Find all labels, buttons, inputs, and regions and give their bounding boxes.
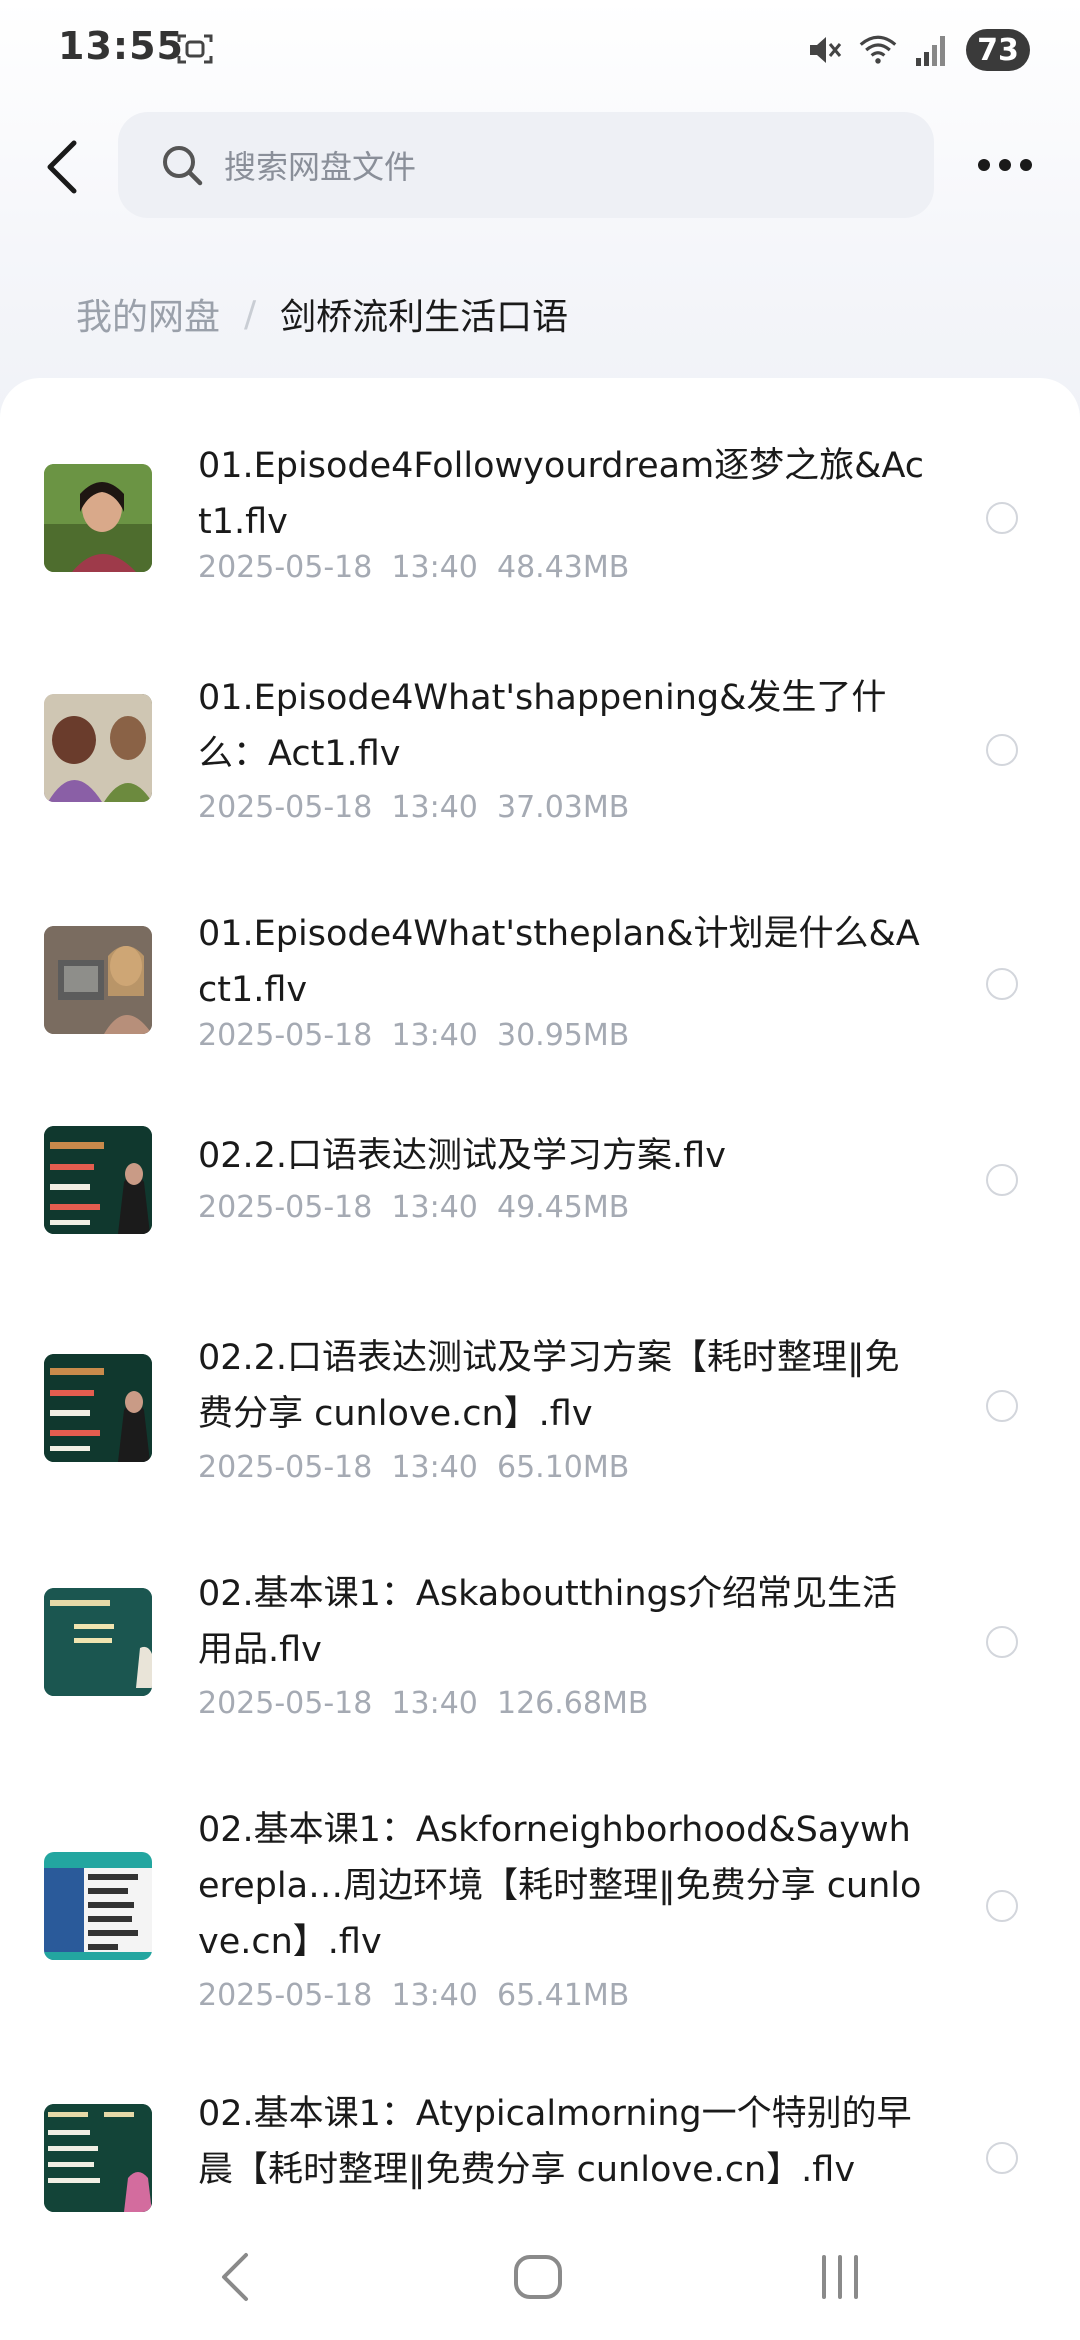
file-list-item[interactable]: 02.2.口语表达测试及学习方案.flv 2025-05-18 13:40 49… — [0, 1126, 1080, 1282]
file-name: 02.2.口语表达测试及学习方案【耗时整理‖免费分享 cunlove.cn】.f… — [198, 1338, 900, 1434]
search-input[interactable]: 搜索网盘文件 — [118, 112, 934, 218]
file-date: 2025-05-18 — [198, 1686, 373, 1721]
file-date: 2025-05-18 — [198, 1190, 373, 1225]
search-placeholder: 搜索网盘文件 — [224, 148, 417, 186]
file-size: 126.68MB — [496, 1686, 649, 1721]
file-time: 13:40 — [391, 1686, 478, 1721]
nav-recents-icon — [822, 2255, 858, 2299]
video-thumbnail — [44, 1126, 152, 1234]
file-list: 01.Episode4Followyourdream逐梦之旅&Act1.flv … — [0, 378, 1080, 2212]
video-frame-image — [44, 926, 152, 1034]
more-icon-dot — [999, 159, 1011, 171]
file-list-item[interactable]: 02.基本课1：Atypicalmorning一个特别的早晨【耗时整理‖免费分享… — [0, 2086, 1080, 2212]
video-thumbnail — [44, 464, 152, 572]
file-size: 30.95MB — [496, 1018, 630, 1053]
nav-home-icon — [514, 2255, 562, 2299]
file-list-item[interactable]: 02.2.口语表达测试及学习方案【耗时整理‖免费分享 cunlove.cn】.f… — [0, 1330, 1080, 1510]
select-radio[interactable] — [986, 1626, 1018, 1658]
file-time: 13:40 — [391, 1978, 478, 2013]
breadcrumb: 我的网盘 / 剑桥流利生活口语 — [76, 288, 568, 340]
back-arrow-icon — [47, 140, 77, 194]
more-icon — [978, 159, 990, 171]
battery-indicator: 73 — [966, 29, 1030, 71]
select-radio[interactable] — [986, 1164, 1018, 1196]
select-radio[interactable] — [986, 734, 1018, 766]
file-name: 01.Episode4Followyourdream逐梦之旅&Act1.flv — [198, 446, 925, 542]
file-size: 48.43MB — [496, 550, 630, 585]
video-frame-image — [44, 464, 152, 572]
select-radio[interactable] — [986, 968, 1018, 1000]
signal-icon — [916, 36, 945, 66]
more-icon-dot — [1020, 159, 1032, 171]
more-button[interactable] — [970, 140, 1040, 190]
file-date: 2025-05-18 — [198, 790, 373, 825]
file-date: 2025-05-18 — [198, 550, 373, 585]
video-thumbnail — [44, 694, 152, 802]
file-name: 01.Episode4What'shappening&发生了什么：Act1.fl… — [198, 678, 887, 774]
nav-back-icon — [222, 2253, 248, 2301]
wifi-icon — [859, 35, 897, 64]
file-time: 13:40 — [391, 1450, 478, 1485]
breadcrumb-separator: / — [244, 293, 257, 335]
file-list-item[interactable]: 01.Episode4Followyourdream逐梦之旅&Act1.flv … — [0, 438, 1080, 618]
back-button[interactable] — [30, 132, 94, 202]
file-name: 01.Episode4What'stheplan&计划是什么&Act1.flv — [198, 914, 920, 1010]
file-meta: 2025-05-18 13:40 49.45MB — [198, 1190, 629, 1225]
video-thumbnail — [44, 926, 152, 1034]
video-thumbnail — [44, 2104, 152, 2212]
file-meta: 2025-05-18 13:40 30.95MB — [198, 1018, 629, 1053]
file-name: 02.2.口语表达测试及学习方案.flv — [198, 1136, 726, 1176]
file-name: 02.基本课1：Atypicalmorning一个特别的早晨【耗时整理‖免费分享… — [198, 2094, 912, 2190]
video-thumbnail — [44, 1852, 152, 1960]
file-time: 13:40 — [391, 1190, 478, 1225]
chalkboard-slide-image — [44, 1354, 152, 1462]
file-time: 13:40 — [391, 550, 478, 585]
search-icon — [163, 146, 203, 186]
chalkboard-slide-image — [44, 1126, 152, 1234]
breadcrumb-root[interactable]: 我的网盘 — [76, 288, 220, 340]
nav-home-button[interactable] — [498, 2242, 578, 2312]
mute-icon — [810, 37, 842, 63]
system-nav-bar — [0, 2212, 1080, 2340]
file-list-item[interactable]: 01.Episode4What'shappening&发生了什么：Act1.fl… — [0, 670, 1080, 850]
file-size: 49.45MB — [496, 1190, 630, 1225]
file-meta: 2025-05-18 13:40 65.41MB — [198, 1978, 629, 2013]
breadcrumb-current: 剑桥流利生活口语 — [280, 297, 569, 338]
file-time: 13:40 — [391, 790, 478, 825]
file-meta: 2025-05-18 13:40 65.10MB — [198, 1450, 629, 1485]
file-date: 2025-05-18 — [198, 1978, 373, 2013]
video-thumbnail — [44, 1588, 152, 1696]
file-date: 2025-05-18 — [198, 1018, 373, 1053]
video-frame-image — [44, 694, 152, 802]
table-slide-image — [44, 1852, 152, 1960]
select-radio[interactable] — [986, 1890, 1018, 1922]
select-radio[interactable] — [986, 1390, 1018, 1422]
file-size: 65.10MB — [496, 1450, 630, 1485]
file-list-item[interactable]: 02.基本课1：Askforneighborhood&Saywherepla…周… — [0, 1802, 1080, 2042]
status-bar: 13:55 73 — [0, 0, 1080, 100]
file-size: 65.41MB — [496, 1978, 630, 2013]
file-time: 13:40 — [391, 1018, 478, 1053]
file-meta: 2025-05-18 13:40 37.03MB — [198, 790, 629, 825]
video-thumbnail — [44, 1354, 152, 1462]
screenshot-icon — [177, 34, 213, 64]
nav-back-button[interactable] — [194, 2242, 274, 2312]
select-radio[interactable] — [986, 2142, 1018, 2174]
status-time: 13:55 — [58, 24, 184, 68]
select-radio[interactable] — [986, 502, 1018, 534]
file-date: 2025-05-18 — [198, 1450, 373, 1485]
status-icons: 73 — [804, 28, 1030, 72]
chalkboard-slide-image — [44, 2104, 152, 2212]
file-name: 02.基本课1：Askaboutthings介绍常见生活用品.flv — [198, 1574, 898, 1670]
file-list-item[interactable]: 02.基本课1：Askaboutthings介绍常见生活用品.flv 2025-… — [0, 1566, 1080, 1746]
file-list-item[interactable]: 01.Episode4What'stheplan&计划是什么&Act1.flv … — [0, 906, 1080, 1086]
file-meta: 2025-05-18 13:40 126.68MB — [198, 1686, 648, 1721]
teal-slide-image — [44, 1588, 152, 1696]
file-size: 37.03MB — [496, 790, 630, 825]
file-meta: 2025-05-18 13:40 48.43MB — [198, 550, 629, 585]
nav-recents-button[interactable] — [800, 2242, 880, 2312]
file-name: 02.基本课1：Askforneighborhood&Saywherepla…周… — [198, 1810, 922, 1962]
